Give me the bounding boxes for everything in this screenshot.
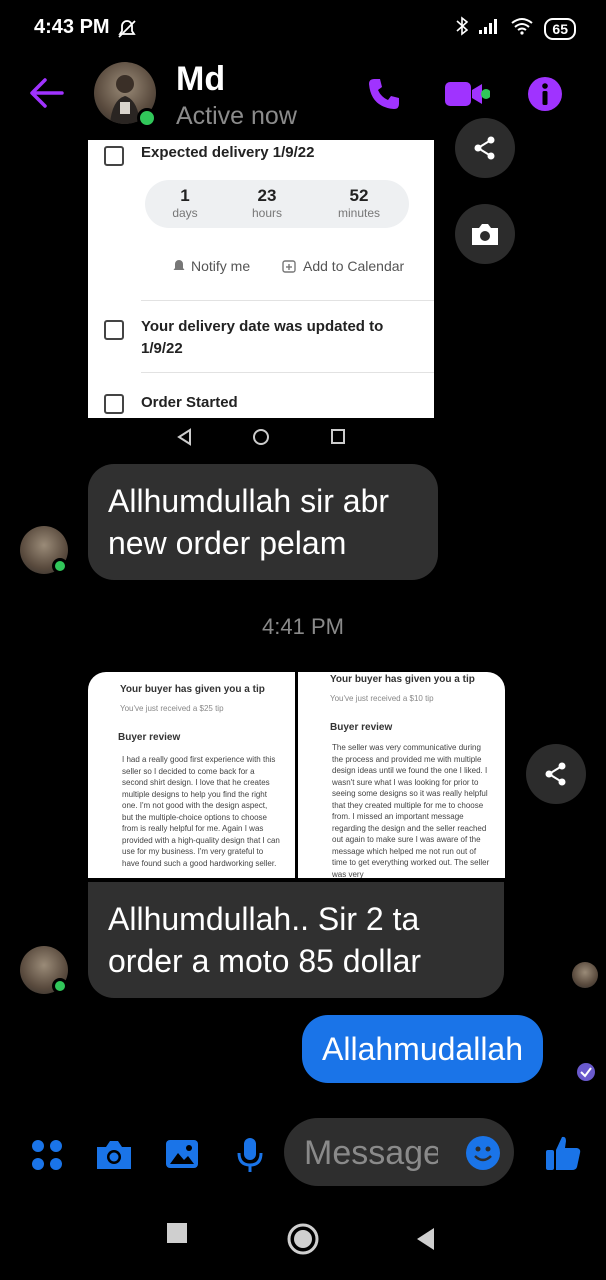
update-icon	[104, 320, 124, 340]
recents-button[interactable]	[166, 1222, 188, 1249]
delivery-updated-line2: 1/9/22	[141, 340, 183, 357]
review-text: I had a really good first experience wit…	[122, 755, 280, 868]
back-nav-icon	[176, 428, 192, 452]
message-text-line: order a moto 85 dollar	[108, 943, 422, 979]
status-time: 4:43 PM	[34, 16, 110, 38]
wifi-icon	[510, 17, 534, 40]
signal-icon	[478, 17, 500, 40]
divider	[141, 300, 434, 301]
mute-icon	[116, 18, 138, 45]
outgoing-message-bubble[interactable]: Allahmudallah	[302, 1015, 544, 1083]
message-input[interactable]: Message	[284, 1118, 514, 1186]
review-title: Buyer review	[330, 722, 393, 733]
back-button[interactable]	[28, 76, 64, 115]
home-nav-icon	[252, 428, 270, 452]
order-started-text: Order Started	[141, 394, 238, 411]
online-indicator	[52, 978, 68, 994]
shared-review-image-right[interactable]: Your buyer has given you a tip You've ju…	[298, 672, 505, 878]
tip-title: Your buyer has given you a tip	[330, 674, 475, 685]
countdown-hours-label: hours	[251, 206, 283, 220]
message-timestamp: 4:41 PM	[262, 614, 344, 639]
delivered-check-icon	[576, 1062, 596, 1087]
video-call-button[interactable]	[444, 78, 491, 115]
countdown-hours-value: 23	[257, 186, 277, 205]
like-button[interactable]	[544, 1134, 582, 1177]
shared-screenshot-image[interactable]: Expected delivery 1/9/22 1 days 23 hours…	[88, 140, 434, 418]
contact-name[interactable]: Md	[176, 60, 225, 99]
delivery-icon	[104, 146, 124, 166]
active-status: Active now	[176, 102, 297, 130]
bluetooth-icon	[456, 16, 469, 41]
more-actions-button[interactable]	[30, 1138, 64, 1177]
tip-subtitle: You've just received a $25 tip	[120, 704, 224, 713]
add-to-calendar-link: Add to Calendar	[303, 258, 405, 274]
notify-me-link: Notify me	[191, 258, 251, 274]
microphone-button[interactable]	[236, 1136, 264, 1179]
message-text-line: new order pelam	[108, 525, 347, 561]
expected-delivery-text: Expected delivery 1/9/22	[141, 144, 315, 161]
calendar-icon	[282, 259, 296, 276]
message-text-line: Allhumdullah.. Sir 2 ta	[108, 901, 420, 937]
incoming-message-bubble[interactable]: Allhumdullah.. Sir 2 ta order a moto 85 …	[88, 882, 504, 998]
message-input-placeholder: Message	[304, 1134, 438, 1172]
clipboard-icon	[104, 394, 124, 414]
incoming-message-bubble[interactable]: Allhumdullah sir abr new order pelam	[88, 464, 438, 580]
bell-icon	[172, 259, 186, 276]
recents-nav-icon	[330, 428, 346, 452]
battery-indicator: 65	[544, 17, 576, 40]
camera-button[interactable]	[455, 204, 515, 264]
voice-call-button[interactable]	[366, 76, 402, 117]
countdown-days-value: 1	[180, 186, 190, 205]
divider	[141, 372, 434, 373]
home-button[interactable]	[286, 1222, 320, 1261]
countdown-minutes-label: minutes	[337, 206, 381, 220]
online-indicator	[137, 108, 157, 128]
review-text: The seller was very communicative during…	[332, 743, 490, 878]
share-button[interactable]	[455, 118, 515, 178]
emoji-icon[interactable]	[466, 1136, 500, 1170]
gallery-button[interactable]	[164, 1137, 200, 1178]
back-nav-button[interactable]	[414, 1226, 436, 1257]
tip-subtitle: You've just received a $10 tip	[330, 694, 434, 703]
online-indicator	[52, 558, 68, 574]
review-title: Buyer review	[118, 732, 181, 743]
shared-review-image-left[interactable]: Your buyer has given you a tip You've ju…	[88, 672, 295, 878]
camera-button[interactable]	[94, 1138, 134, 1177]
tip-title: Your buyer has given you a tip	[120, 684, 265, 695]
message-text-line: Allhumdullah sir abr	[108, 483, 390, 519]
countdown-minutes-value: 52	[349, 186, 369, 205]
seen-avatar	[572, 962, 598, 988]
status-icons: 65	[456, 16, 576, 41]
countdown-days-label: days	[172, 206, 198, 220]
delivery-updated-line1: Your delivery date was updated to	[141, 318, 384, 335]
countdown-timer: 1 days 23 hours 52 minutes	[145, 180, 409, 228]
info-button[interactable]	[527, 76, 563, 117]
share-button[interactable]	[526, 744, 586, 804]
